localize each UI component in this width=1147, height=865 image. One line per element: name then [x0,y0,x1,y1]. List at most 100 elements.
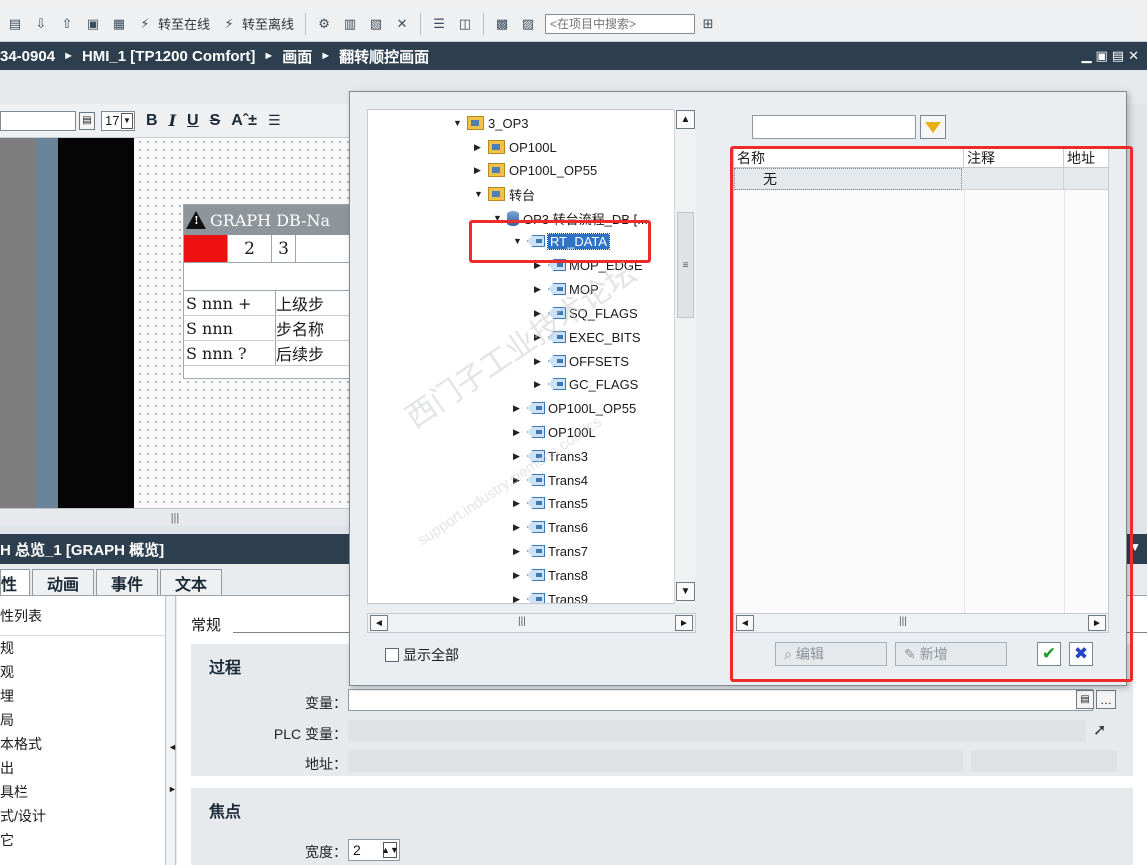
tree-item-gc-flags[interactable]: ▶ GC_FLAGS [534,373,638,395]
start-cpu-icon[interactable]: ▥ [341,15,359,33]
scroll-right-icon[interactable]: ► [1088,615,1106,631]
panel-splitter[interactable]: ◄ ► [166,596,177,865]
goto-arrow-icon[interactable]: ➚ [1093,720,1113,742]
tree-item-3-op3[interactable]: ▼ 3_OP3 [453,112,528,134]
stepper-arrows-icon[interactable]: ▲▼ [381,842,399,858]
expanded-arrow-icon[interactable]: ▼ [513,236,523,246]
bold-button[interactable]: B [146,112,158,130]
collapsed-arrow-icon[interactable]: ▶ [534,356,544,367]
compile-icon[interactable]: ▤ [6,15,24,33]
list-icon[interactable]: ▤ [1076,690,1094,709]
expanded-arrow-icon[interactable]: ▼ [453,118,463,128]
tree-item-op100l[interactable]: ▶ OP100L [474,136,557,158]
table-cell-address[interactable] [1064,168,1108,190]
table-cell-comment[interactable] [964,168,1064,190]
tree-item-rt-data[interactable]: ▼ RT_DATA [513,230,611,252]
browse-button[interactable]: … [1096,690,1116,709]
download-icon[interactable]: ⇩ [32,15,50,33]
collapsed-arrow-icon[interactable]: ▶ [534,284,544,295]
font-size-select[interactable]: 17 ▼ [101,110,135,131]
collapsed-arrow-icon[interactable]: ▶ [534,379,544,390]
project-search-input[interactable] [545,13,696,34]
breadcrumb-folder[interactable]: 画面 [282,46,312,67]
new-button[interactable]: ✎ 新增 [895,642,1007,666]
tab-animations[interactable]: 动画 [32,569,95,595]
collapsed-arrow-icon[interactable]: ▶ [534,260,544,271]
breadcrumb-project[interactable]: 34-0904 [0,48,55,65]
property-list-item[interactable]: 本格式 [0,732,165,756]
column-header-address[interactable]: 地址 [1064,148,1108,168]
tree-item-trans8[interactable]: ▶ Trans8 [513,564,588,586]
tree-item-op100l-op55-tag[interactable]: ▶ OP100L_OP55 [513,397,636,419]
checkbox-icon[interactable] [385,648,399,662]
property-list-item[interactable]: 具栏 [0,780,165,804]
tree-item-mop-edge[interactable]: ▶ MOP_EDGE [534,254,643,276]
collapsed-arrow-icon[interactable]: ▶ [534,308,544,319]
property-list-item[interactable]: 局 [0,708,165,732]
scroll-down-icon[interactable]: ▼ [676,582,695,601]
tree-item-trans6[interactable]: ▶ Trans6 [513,516,588,538]
tag-tree[interactable]: ▼ 3_OP3 ▶ OP100L ▶ OP100L_OP55 ▼ 转台 ▼ OP3 转台流… [367,109,696,604]
collapsed-arrow-icon[interactable]: ▶ [513,403,523,414]
collapsed-arrow-icon[interactable]: ▶ [513,522,523,533]
table-row[interactable]: 无 [734,168,1108,190]
cancel-button[interactable]: ✖ [1069,642,1093,666]
collapsed-arrow-icon[interactable]: ▶ [513,570,523,581]
tree-item-sq-flags[interactable]: ▶ SQ_FLAGS [534,302,638,324]
expanded-arrow-icon[interactable]: ▼ [474,189,484,199]
upload-icon[interactable]: ⇧ [58,15,76,33]
tree-vertical-scrollbar[interactable]: ▲ ≡ ▼ [674,109,696,604]
collapsed-arrow-icon[interactable]: ▶ [513,498,523,509]
property-list-item[interactable]: 出 [0,756,165,780]
font-list-icon[interactable]: ▤ [79,111,95,130]
tree-item-op100l-tag[interactable]: ▶ OP100L [513,421,596,443]
go-online-button[interactable]: 转至在线 [158,14,210,33]
column-header-name[interactable]: 名称 [734,148,964,168]
binoculars-icon[interactable]: ⊞ [699,15,717,33]
tree-item-trans9[interactable]: ▶ Trans9 [513,588,588,604]
confirm-button[interactable]: ✔ [1037,642,1061,666]
arrow-right-icon[interactable]: ► [168,784,177,794]
chevron-down-icon[interactable]: ▼ [1129,540,1141,554]
force-icon[interactable]: ▨ [519,15,537,33]
tree-item-trans7[interactable]: ▶ Trans7 [513,540,588,562]
split-h-icon[interactable]: ☰ [430,15,448,33]
tab-texts[interactable]: 文本 [160,569,223,595]
scroll-thumb[interactable]: ≡ [677,212,694,318]
breadcrumb-screen[interactable]: 翻转顺控画面 [339,46,429,67]
monitor-icon[interactable]: ▩ [493,15,511,33]
tree-item-turntable[interactable]: ▼ 转台 [474,183,535,205]
column-header-comment[interactable]: 注释 [964,148,1064,168]
go-online-icon[interactable]: ⚡ [136,15,154,33]
collapsed-arrow-icon[interactable]: ▶ [513,451,523,462]
graph-overview-control[interactable]: GRAPH DB-Na 1 2 3 S nnn + 上级步 S nnn 步名称 … [183,204,350,379]
cross-ref-icon[interactable]: ✕ [393,15,411,33]
collapsed-arrow-icon[interactable]: ▶ [474,142,484,153]
collapsed-arrow-icon[interactable]: ▶ [474,165,484,176]
canvas-horizontal-scrollbar[interactable]: ||| [0,508,350,526]
tree-item-offsets[interactable]: ▶ OFFSETS [534,350,629,372]
plc-icon[interactable]: ▦ [110,15,128,33]
arrow-left-icon[interactable]: ◄ [168,742,177,752]
tree-horizontal-scrollbar[interactable]: ◄ ||| ► [367,613,696,633]
underline-button[interactable]: U [187,112,199,130]
width-stepper[interactable]: 2 ▲▼ [348,839,400,861]
tree-item-exec-bits[interactable]: ▶ EXEC_BITS [534,326,641,348]
filter-button[interactable] [920,115,946,139]
tab-properties[interactable]: 性 [0,569,31,595]
screen-canvas[interactable]: GRAPH DB-Na 1 2 3 S nnn + 上级步 S nnn 步名称 … [0,138,350,508]
collapsed-arrow-icon[interactable]: ▶ [534,332,544,343]
chevron-down-icon[interactable]: ▼ [121,112,133,129]
collapsed-arrow-icon[interactable]: ▶ [513,594,523,604]
go-offline-icon[interactable]: ⚡ [220,15,238,33]
scroll-left-icon[interactable]: ◄ [736,615,754,631]
tree-item-mop[interactable]: ▶ MOP [534,278,599,300]
font-name-field[interactable] [0,110,76,131]
breadcrumb-device[interactable]: HMI_1 [TP1200 Comfort] [82,48,255,65]
tree-item-trans5[interactable]: ▶ Trans5 [513,492,588,514]
scroll-left-icon[interactable]: ◄ [370,615,388,631]
window-controls-icon[interactable]: ▁▣▤✕ [1082,48,1143,64]
tag-filter-input[interactable] [752,115,916,139]
split-v-icon[interactable]: ◫ [456,15,474,33]
scroll-right-icon[interactable]: ► [675,615,693,631]
